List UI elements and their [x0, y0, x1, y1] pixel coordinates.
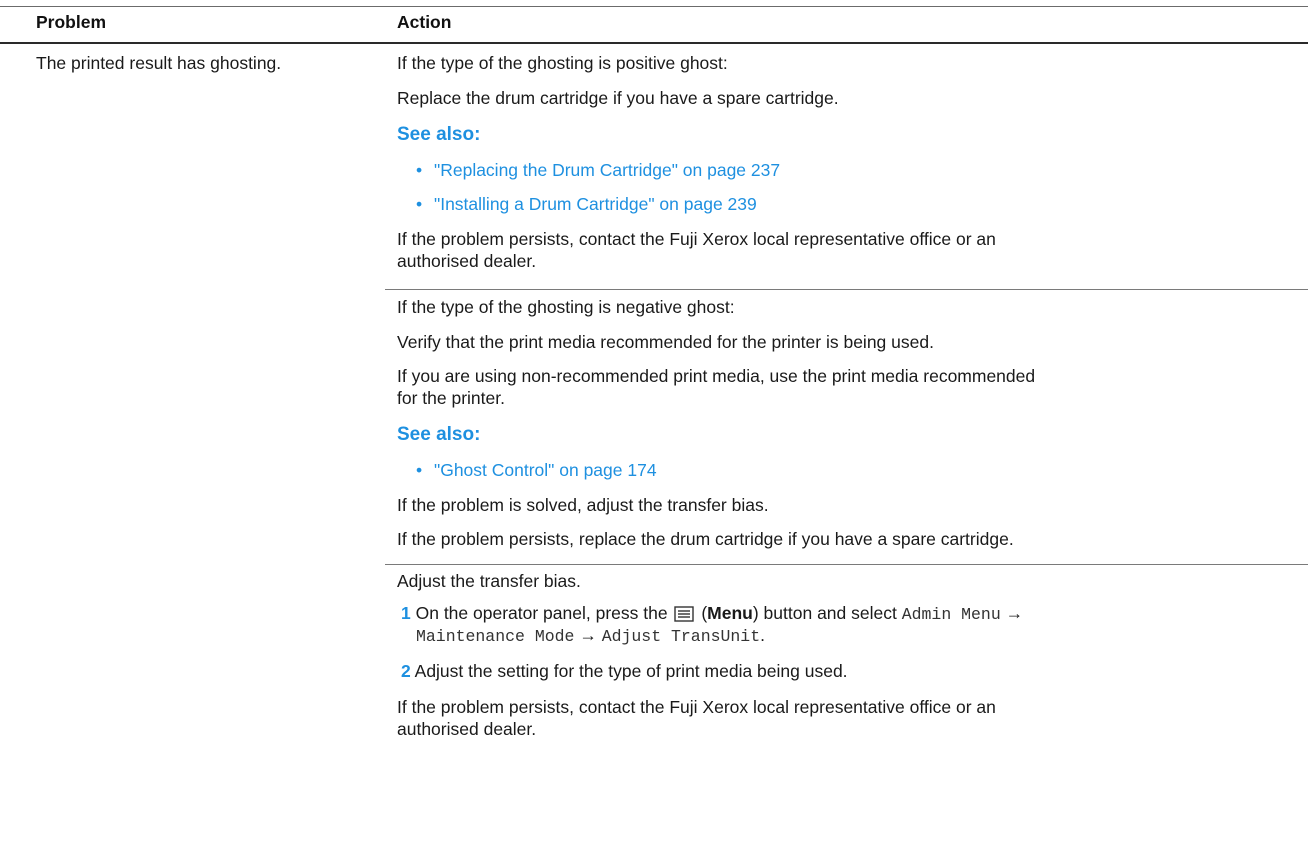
section2-solved: If the problem is solved, adjust the tra…	[397, 495, 769, 515]
link-ghost-control[interactable]: • "Ghost Control" on page 174	[416, 459, 657, 481]
step-text: Adjust the setting for the type of print…	[414, 661, 848, 681]
section1-see-also-heading: See also:	[397, 124, 481, 145]
problem-text: The printed result has ghosting.	[36, 53, 282, 73]
section3-intro: Adjust the transfer bias.	[397, 571, 581, 591]
step-number: 1	[401, 603, 411, 623]
section-divider	[385, 564, 1308, 565]
section1-persist-line1: If the problem persists, contact the Fuj…	[397, 229, 996, 249]
menu-path-maintenance-mode: Maintenance Mode	[416, 627, 575, 646]
header-rule	[0, 42, 1308, 44]
column-header-action: Action	[397, 12, 452, 32]
menu-path-admin-menu: Admin Menu	[901, 605, 1001, 624]
section2-intro: If the type of the ghosting is negative …	[397, 297, 735, 317]
section2-persists: If the problem persists, replace the dru…	[397, 529, 1014, 549]
step-text-continued: ) button and select	[752, 603, 897, 623]
bullet-icon: •	[416, 160, 423, 180]
arrow-icon: →	[579, 625, 597, 645]
step-number: 2	[401, 661, 411, 681]
step-2: 2 Adjust the setting for the type of pri…	[401, 660, 1281, 682]
section2-nonrecommended-line1: If you are using non-recommended print m…	[397, 366, 1036, 386]
section1-paragraph: Replace the drum cartridge if you have a…	[397, 88, 839, 108]
bullet-icon: •	[416, 194, 423, 214]
section2-nonrecommended-line2: for the printer.	[397, 388, 505, 408]
step-1-continued: Maintenance Mode → Adjust TransUnit.	[416, 624, 1296, 648]
section3-persist-line1: If the problem persists, contact the Fuj…	[397, 697, 996, 717]
section1-intro: If the type of the ghosting is positive …	[397, 53, 728, 73]
link-text: "Installing a Drum Cartridge" on page 23…	[434, 194, 757, 214]
table-top-rule	[0, 6, 1308, 7]
section1-persist-line2: authorised dealer.	[397, 251, 537, 271]
section-divider	[385, 289, 1308, 290]
link-installing-drum-cartridge[interactable]: • "Installing a Drum Cartridge" on page 2…	[416, 193, 757, 215]
link-text: "Replacing the Drum Cartridge" on page 2…	[434, 160, 781, 180]
link-replacing-drum-cartridge[interactable]: • "Replacing the Drum Cartridge" on page …	[416, 159, 780, 181]
link-text: "Ghost Control" on page 174	[434, 460, 657, 480]
arrow-icon: →	[1005, 603, 1024, 623]
section2-see-also-heading: See also:	[397, 424, 481, 445]
step-end-period: .	[760, 625, 765, 645]
section3-persist-line2: authorised dealer.	[397, 719, 537, 739]
menu-button-label: Menu	[707, 603, 753, 623]
bullet-icon: •	[416, 460, 423, 480]
menu-list-icon	[674, 606, 695, 622]
step-1: 1 On the operator panel, press the (Menu…	[401, 602, 1281, 626]
menu-path-adjust-transunit: Adjust TransUnit	[601, 627, 761, 646]
step-text: On the operator panel, press the	[415, 603, 668, 623]
section2-verify: Verify that the print media recommended …	[397, 332, 934, 352]
column-header-problem: Problem	[36, 12, 107, 32]
